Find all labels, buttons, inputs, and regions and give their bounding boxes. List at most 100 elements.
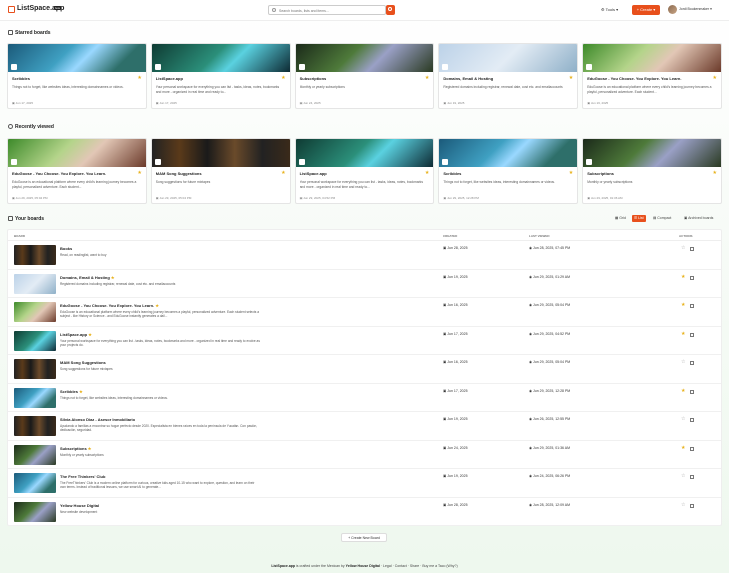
create-button[interactable]: + Create ▾: [632, 5, 660, 15]
archive-icon[interactable]: [690, 361, 694, 365]
star-icon[interactable]: ★: [713, 76, 717, 81]
board-card[interactable]: Subscriptions ★ Monthly or yearly subscrip…: [582, 138, 722, 204]
board-card[interactable]: Subscriptions ★ Monthly or yearly subscrip…: [294, 43, 435, 109]
archive-icon[interactable]: [690, 247, 694, 251]
footer-links[interactable]: Legal · Contact · Share · Buy me a Taco …: [383, 564, 458, 568]
board-title[interactable]: MAM Song Suggestions: [60, 360, 106, 365]
table-row[interactable]: Scribbles ★ Things not to forget, like we…: [8, 384, 721, 412]
board-card[interactable]: ListSpace.app ★ Your personal workspace fo…: [150, 43, 291, 109]
archive-icon[interactable]: [690, 332, 694, 337]
search-input[interactable]: [279, 7, 379, 14]
board-thumbnail[interactable]: [14, 501, 56, 522]
archive-icon[interactable]: [690, 503, 694, 508]
table-row[interactable]: ListSpace.app ★ Your personal workspace f…: [8, 327, 721, 355]
board-thumbnail[interactable]: [14, 273, 56, 294]
search-box[interactable]: [268, 5, 386, 15]
board-cover-image: [151, 44, 290, 72]
archive-icon[interactable]: [690, 275, 694, 280]
board-favicon-icon: [11, 159, 17, 165]
board-thumbnail[interactable]: [14, 416, 56, 436]
board-title[interactable]: Domains, Email & Hosting ★: [60, 275, 115, 280]
search-button[interactable]: [386, 5, 395, 15]
board-thumbnail[interactable]: [14, 302, 56, 322]
star-toggle-icon[interactable]: ☆: [681, 360, 685, 365]
table-row[interactable]: Subscriptions ★ Monthly or yearly subscri…: [8, 441, 721, 469]
archive-icon[interactable]: [690, 304, 694, 308]
board-title[interactable]: Silvia Alonso Diaz - Asesor Inmobiliario: [60, 417, 135, 422]
star-toggle-icon[interactable]: ★: [681, 274, 685, 280]
board-description: Ayudando a familias a encontrar su hogar…: [60, 424, 258, 433]
board-card[interactable]: Domains, Email & Hosting ★ Registered doma…: [438, 43, 579, 109]
board-title[interactable]: Subscriptions ★: [60, 446, 91, 451]
star-icon[interactable]: ★: [713, 171, 717, 176]
user-menu[interactable]: Jordi Boukenmaker ▾: [679, 7, 712, 11]
created-text: Jun 19, 2025: [447, 474, 468, 478]
star-icon[interactable]: ★: [569, 76, 573, 81]
board-title[interactable]: The Free Thinkers' Club: [60, 474, 105, 479]
board-title[interactable]: Yellow House Digital: [60, 503, 99, 508]
board-card-title: ListSpace.app: [155, 76, 183, 81]
star-toggle-icon[interactable]: ★: [681, 445, 685, 451]
board-thumbnail[interactable]: [14, 330, 56, 351]
section-title: Your boards: [15, 216, 45, 222]
logo-icon[interactable]: [8, 6, 15, 13]
table-row[interactable]: Domains, Email & Hosting ★ Registered dom…: [8, 270, 721, 298]
board-title[interactable]: Books: [60, 246, 72, 251]
star-icon[interactable]: ★: [569, 171, 573, 176]
table-row[interactable]: Yellow House Digital New website developm…: [8, 498, 721, 526]
create-board-button[interactable]: + Create New Board: [341, 533, 387, 542]
board-thumbnail[interactable]: [14, 444, 56, 465]
view-compact-button[interactable]: ▤ Compact: [651, 215, 673, 222]
star-toggle-icon[interactable]: ☆: [681, 474, 685, 479]
board-title[interactable]: EduGoose - You Choose. You Explore. You …: [60, 303, 159, 308]
board-title[interactable]: Scribbles ★: [60, 389, 83, 394]
star-toggle-icon[interactable]: ☆: [681, 502, 685, 508]
star-icon[interactable]: ★: [281, 76, 285, 81]
star-toggle-icon[interactable]: ★: [681, 388, 685, 394]
board-card-date: ▣ Jun 29, 2025, 05:04 PM: [12, 196, 48, 200]
archive-icon[interactable]: [690, 446, 694, 451]
table-row[interactable]: Books Read, on readinglist, want to buy ▣ …: [8, 241, 721, 270]
board-card[interactable]: Scribbles ★ Things not to forget, like web…: [438, 138, 579, 204]
tools-menu[interactable]: ⚙ Tools ▾: [601, 7, 618, 12]
star-icon[interactable]: ★: [425, 76, 429, 81]
starred-boards: Scribbles ★ Things not to forget, like web…: [7, 43, 722, 109]
archive-icon[interactable]: [690, 389, 694, 394]
star-icon[interactable]: ★: [425, 171, 429, 176]
created-date: ▣ Jun 28, 2025: [443, 246, 468, 250]
created-text: Jun 17, 2025: [447, 331, 468, 336]
col-board[interactable]: BOARD: [14, 234, 25, 238]
board-card[interactable]: EduGoose - You Choose. You Explore. You …: [582, 43, 722, 109]
board-card-title: ListSpace.app: [299, 171, 327, 176]
board-card[interactable]: MAM Song Suggestions ★ Song suggestions fo…: [150, 138, 291, 204]
table-row[interactable]: EduGoose - You Choose. You Explore. You …: [8, 298, 721, 327]
board-title[interactable]: ListSpace.app ★: [60, 332, 92, 337]
archive-icon[interactable]: [690, 418, 694, 422]
board-card[interactable]: EduGoose - You Choose. You Explore. You …: [7, 138, 147, 204]
star-icon[interactable]: ★: [137, 171, 141, 176]
avatar[interactable]: [668, 5, 677, 14]
footer-brand[interactable]: ListSpace.app: [271, 564, 295, 568]
star-toggle-icon[interactable]: ☆: [681, 417, 685, 422]
star-icon[interactable]: ★: [137, 76, 141, 81]
star-toggle-icon[interactable]: ★: [681, 303, 685, 308]
star-toggle-icon[interactable]: ☆: [681, 246, 685, 251]
board-thumbnail[interactable]: [14, 387, 56, 408]
archive-icon[interactable]: [690, 475, 694, 479]
table-row[interactable]: The Free Thinkers' Club The FreeThinkers'…: [8, 469, 721, 498]
footer-company[interactable]: Yellow House Digital: [346, 564, 380, 568]
created-text: Jun 28, 2025: [447, 502, 468, 507]
view-grid-button[interactable]: ▦ Grid: [613, 215, 628, 222]
board-thumbnail[interactable]: [14, 359, 56, 379]
board-card[interactable]: Scribbles ★ Things not to forget, like web…: [7, 43, 147, 109]
star-toggle-icon[interactable]: ★: [681, 331, 685, 337]
board-thumbnail[interactable]: [14, 245, 56, 265]
archived-boards-button[interactable]: ▣ Archived boards: [682, 215, 715, 222]
table-row[interactable]: MAM Song Suggestions Song suggestions for…: [8, 355, 721, 384]
board-card-desc: Registered domains including registrar, …: [443, 85, 563, 89]
board-card[interactable]: ListSpace.app ★ Your personal workspace fo…: [294, 138, 435, 204]
table-row[interactable]: Silvia Alonso Diaz - Asesor Inmobiliario…: [8, 412, 721, 441]
board-thumbnail[interactable]: [14, 473, 56, 493]
view-list-button[interactable]: ☰ List: [632, 215, 646, 222]
star-icon[interactable]: ★: [281, 171, 285, 176]
